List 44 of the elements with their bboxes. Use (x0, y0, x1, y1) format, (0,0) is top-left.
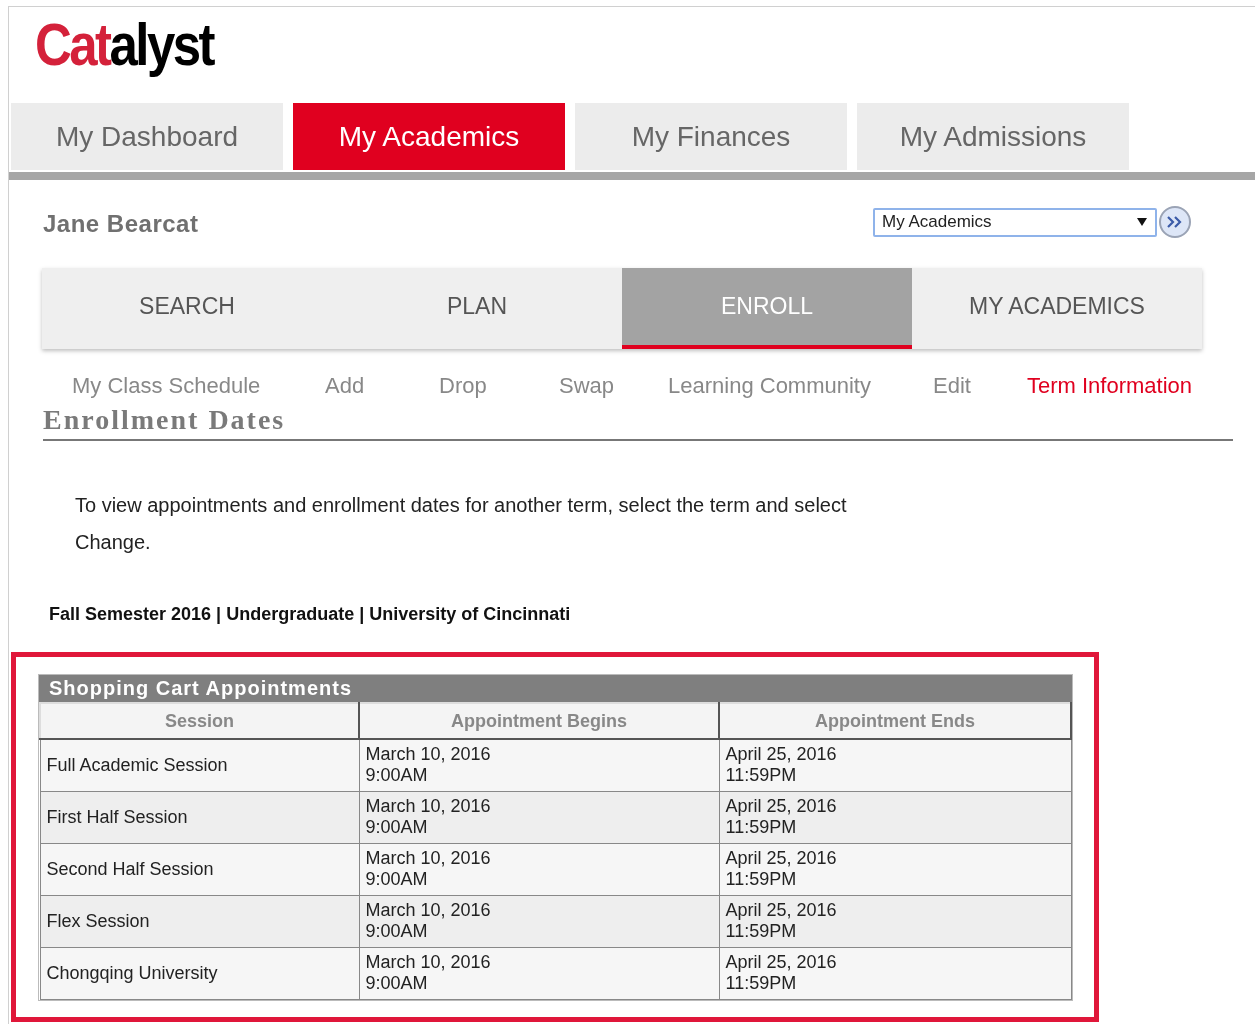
table-cell: April 25, 2016 11:59PM (719, 843, 1071, 895)
sub-nav-link[interactable]: Swap (559, 372, 615, 398)
table-cell: March 10, 2016 9:00AM (359, 791, 719, 843)
table-cell: Second Half Session (40, 843, 359, 895)
page-title: Enrollment Dates (43, 403, 286, 437)
table-cell: March 10, 2016 9:00AM (359, 843, 719, 895)
section-tab[interactable]: ENROLL (622, 268, 912, 349)
sub-nav-link[interactable]: Term Information (1027, 372, 1193, 398)
table-cell: April 25, 2016 11:59PM (719, 895, 1071, 947)
double-chevron-icon (1166, 215, 1184, 229)
table-cell: April 25, 2016 11:59PM (719, 947, 1071, 999)
sub-nav-link[interactable]: Add (325, 372, 365, 398)
logo: Catalyst (35, 10, 214, 80)
table-cell: March 10, 2016 9:00AM (359, 739, 719, 791)
table-cell: March 10, 2016 9:00AM (359, 895, 719, 947)
instructions-text: To view appointments and enrollment dates for another term, select the term and select Change. (75, 493, 848, 555)
table-cell: April 25, 2016 11:59PM (719, 791, 1071, 843)
select-value: My Academics (882, 211, 992, 234)
sub-nav-link[interactable]: Learning Community (668, 372, 871, 398)
main-tab[interactable]: My Dashboard (11, 103, 283, 170)
main-tab[interactable]: My Academics (293, 103, 565, 170)
table-cell: Flex Session (40, 895, 359, 947)
student-name: Jane Bearcat (43, 209, 199, 239)
column-header: Appointment Begins (359, 703, 719, 739)
page-select[interactable]: My Academics (873, 207, 1157, 237)
sub-nav-link[interactable]: Edit (933, 372, 971, 398)
section-tab[interactable]: SEARCH (42, 268, 332, 349)
table-cell: April 25, 2016 11:59PM (719, 739, 1071, 791)
table-cell: Full Academic Session (40, 739, 359, 791)
column-header: Session (40, 703, 359, 739)
column-header: Appointment Ends (719, 703, 1071, 739)
sub-nav-link[interactable]: Drop (439, 372, 487, 398)
section-tab[interactable]: PLAN (332, 268, 622, 349)
term-info: Fall Semester 2016 | Undergraduate | University of Cincinnati (49, 604, 571, 624)
go-button[interactable] (1159, 206, 1191, 238)
sub-nav-link[interactable]: My Class Schedule (72, 372, 261, 398)
table-title: Shopping Cart Appointments (39, 675, 1072, 702)
table-cell: First Half Session (40, 791, 359, 843)
table-cell: March 10, 2016 9:00AM (359, 947, 719, 999)
main-tab[interactable]: My Admissions (857, 103, 1129, 170)
main-tab[interactable]: My Finances (575, 103, 847, 170)
section-tab[interactable]: MY ACADEMICS (912, 268, 1202, 349)
dropdown-arrow-icon (1136, 217, 1148, 227)
table-cell: Chongqing University (40, 947, 359, 999)
